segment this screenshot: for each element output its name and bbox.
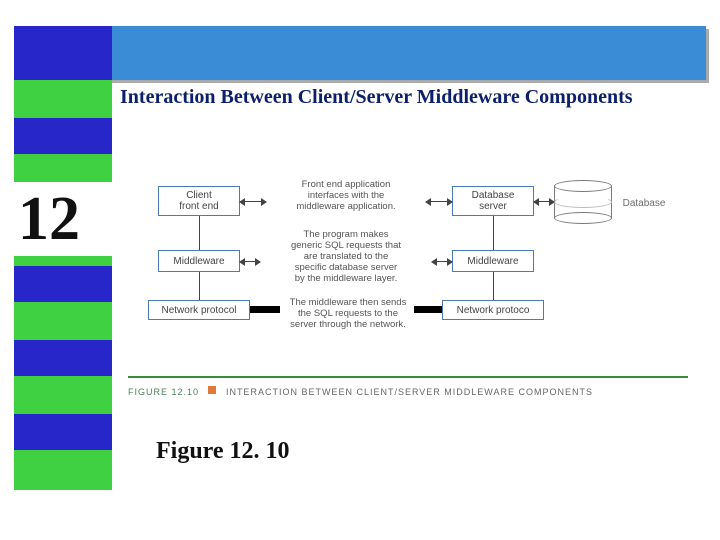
connector <box>493 216 494 250</box>
figure-caption-num: FIGURE 12.10 <box>128 387 199 397</box>
box-middleware-right: Middleware <box>452 250 534 272</box>
sidebar-stripes <box>14 26 112 510</box>
figure-diagram: Client front end Database server Front e… <box>128 180 688 390</box>
arrow <box>432 261 452 262</box>
slide-title: Interaction Between Client/Server Middle… <box>120 86 700 109</box>
box-middleware-left: Middleware <box>158 250 240 272</box>
figure-label: Figure 12. 10 <box>156 438 290 465</box>
arrow <box>426 201 452 202</box>
caption-separator-icon <box>208 386 216 394</box>
connector <box>199 272 200 300</box>
note-bot: The middleware then sends the SQL reques… <box>276 298 420 331</box>
box-net-proto-left: Network protocol <box>148 300 250 320</box>
figure-caption-bar: FIGURE 12.10 INTERACTION BETWEEN CLIENT/… <box>128 376 688 400</box>
chapter-number: 12 <box>14 182 114 256</box>
database-label: Database <box>614 198 674 209</box>
database-icon <box>554 180 612 224</box>
box-net-proto-right: Network protoco <box>442 300 544 320</box>
arrow <box>240 261 260 262</box>
figure-caption-text: INTERACTION BETWEEN CLIENT/SERVER MIDDLE… <box>226 387 593 397</box>
header-bar <box>14 26 706 80</box>
connector <box>199 216 200 250</box>
arrow <box>534 201 554 202</box>
box-client-front-end: Client front end <box>158 186 240 216</box>
box-database-server: Database server <box>452 186 534 216</box>
connector <box>493 272 494 300</box>
note-top: Front end application interfaces with th… <box>266 180 426 213</box>
note-mid: The program makes generic SQL requests t… <box>258 230 434 285</box>
arrow <box>240 201 266 202</box>
